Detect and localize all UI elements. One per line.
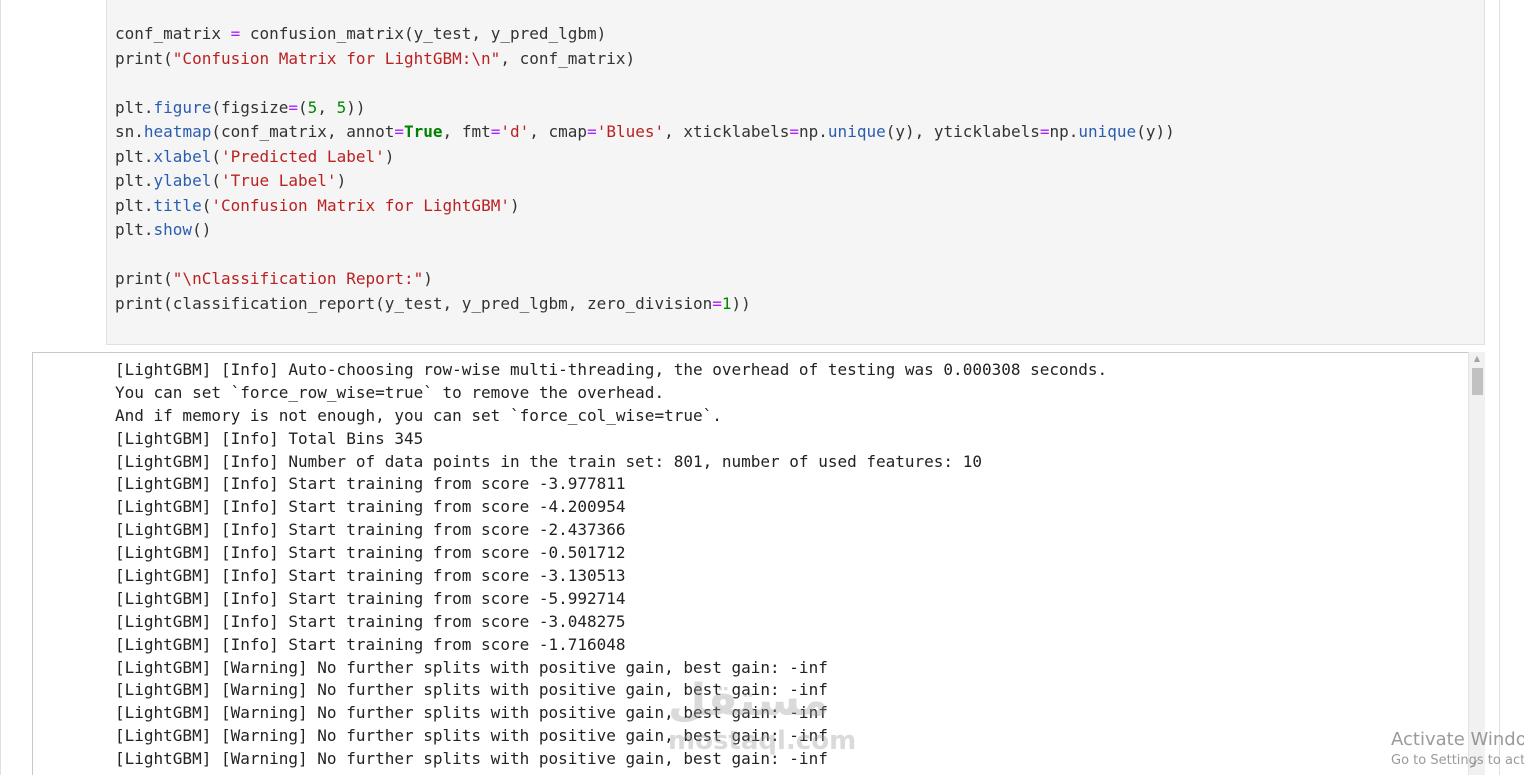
code-line: plt.ylabel('True Label') — [115, 171, 347, 190]
scroll-thumb[interactable] — [1472, 368, 1483, 395]
output-line: [LightGBM] [Info] Auto-choosing row-wise… — [115, 360, 1108, 379]
output-line: [LightGBM] [Warning] No further splits w… — [115, 657, 828, 677]
output-line: [LightGBM] [Info] Start training from sc… — [115, 566, 626, 586]
output-line: You can set `force_row_wise=true` to rem… — [115, 382, 665, 402]
windows-activation-notice: Activate Windows Go to Settings to activ… — [1391, 728, 1524, 775]
output-line: [LightGBM] [Warning] No further splits w… — [115, 726, 828, 746]
output-line: [LightGBM] [Info] Start training from sc… — [115, 474, 626, 494]
output-line: [LightGBM] [Info] Start training from sc… — [115, 634, 626, 654]
output-line: [LightGBM] [Warning] No further splits w… — [115, 703, 828, 723]
output-line: [LightGBM] [Info] Start training from sc… — [115, 520, 626, 540]
output-line: [LightGBM] [Warning] No further splits w… — [115, 680, 828, 700]
cell-output-area: [LightGBM] [Info] Auto-choosing row-wise… — [32, 352, 1485, 775]
code-line: sn.heatmap(conf_matrix, annot=True, fmt=… — [115, 122, 1175, 141]
code-line: plt.show() — [115, 220, 212, 239]
output-line: [LightGBM] [Info] Total Bins 345 — [115, 428, 424, 448]
activation-subtitle: Go to Settings to activate Windows. — [1391, 753, 1524, 768]
code-line: plt.figure(figsize=(5, 5)) — [115, 97, 366, 117]
output-line: [LightGBM] [Info] Start training from sc… — [115, 611, 626, 631]
code-line: print(classification_report(y_test, y_pr… — [115, 293, 751, 313]
output-line: [LightGBM] [Info] Number of data points … — [115, 451, 982, 471]
output-line: [LightGBM] [Info] Start training from sc… — [115, 588, 626, 608]
activation-title: Activate Windows — [1391, 729, 1524, 750]
output-text: [LightGBM] [Info] Auto-choosing row-wise… — [115, 359, 1107, 771]
output-line: [LightGBM] [Warning] No further splits w… — [115, 749, 828, 769]
output-line: [LightGBM] [Info] Start training from sc… — [115, 497, 626, 517]
code-line: print("Confusion Matrix for LightGBM:\n"… — [115, 48, 636, 68]
output-line: [LightGBM] [Info] Start training from sc… — [115, 543, 626, 563]
output-line: And if memory is not enough, you can set… — [115, 405, 722, 425]
code-line: plt.title('Confusion Matrix for LightGBM… — [115, 195, 520, 215]
code-line: print("\nClassification Report:") — [115, 269, 433, 288]
code-editor[interactable]: conf_matrix = confusion_matrix(y_test, y… — [115, 22, 1175, 316]
code-line: plt.xlabel('Predicted Label') — [115, 146, 395, 166]
output-scrollbar[interactable]: ▲ — [1468, 352, 1485, 775]
notebook-page: conf_matrix = confusion_matrix(y_test, y… — [0, 0, 1524, 775]
scroll-up-arrow-icon[interactable]: ▲ — [1469, 352, 1485, 366]
code-cell[interactable]: conf_matrix = confusion_matrix(y_test, y… — [106, 0, 1485, 345]
code-line: conf_matrix = confusion_matrix(y_test, y… — [115, 24, 607, 43]
